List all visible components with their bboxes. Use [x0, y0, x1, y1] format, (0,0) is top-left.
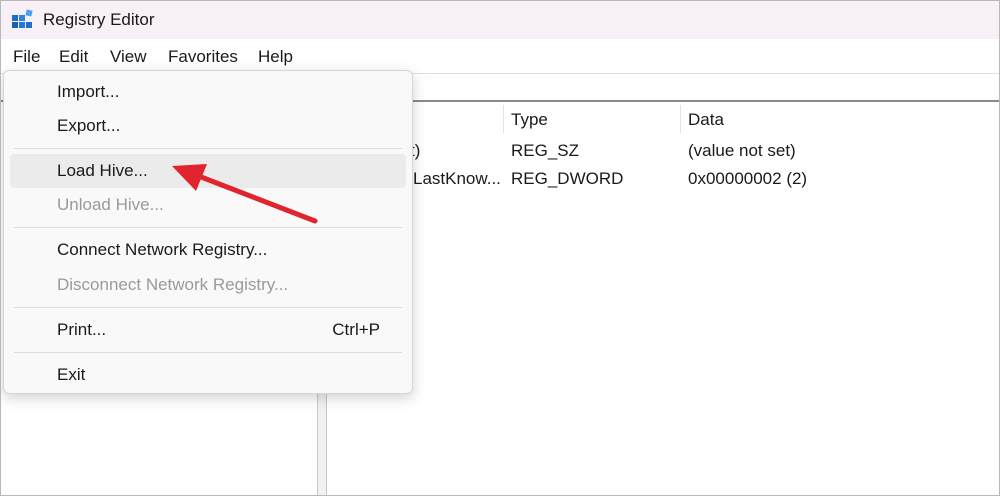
- window-title: Registry Editor: [43, 10, 155, 29]
- menu-item-label: Print...: [57, 320, 107, 339]
- menu-item-load-hive[interactable]: Load Hive...: [10, 154, 406, 188]
- menu-item-label: Export...: [57, 116, 121, 135]
- registry-editor-icon: [12, 9, 33, 28]
- menu-edit[interactable]: Edit: [59, 47, 88, 67]
- menu-item-label: Exit: [57, 365, 86, 384]
- row-name: LastKnow...: [413, 169, 501, 188]
- menu-item-import[interactable]: Import...: [10, 75, 406, 109]
- column-header-type[interactable]: Type: [511, 110, 548, 130]
- menu-item-label: Load Hive...: [57, 161, 148, 180]
- registry-editor-window: Registry Editor File Edit View Favorites…: [0, 0, 1000, 496]
- menu-item-connect-network-registry[interactable]: Connect Network Registry...: [10, 233, 406, 267]
- menu-item-disconnect-network-registry: Disconnect Network Registry...: [10, 268, 406, 302]
- menu-separator: [14, 352, 402, 353]
- menu-item-unload-hive: Unload Hive...: [10, 188, 406, 222]
- column-separator[interactable]: [680, 105, 681, 133]
- menu-item-label: Unload Hive...: [57, 195, 164, 214]
- file-menu-dropdown: Import... Export... Load Hive... Unload …: [3, 70, 413, 394]
- row-type: REG_DWORD: [511, 169, 624, 188]
- menu-view[interactable]: View: [110, 47, 147, 67]
- menu-item-export[interactable]: Export...: [10, 109, 406, 143]
- menu-item-exit[interactable]: Exit: [10, 358, 406, 392]
- menu-favorites[interactable]: Favorites: [168, 47, 238, 67]
- menu-help[interactable]: Help: [258, 47, 293, 67]
- column-separator[interactable]: [503, 105, 504, 133]
- title-bar: Registry Editor: [1, 1, 999, 39]
- menu-item-label: Import...: [57, 82, 120, 101]
- menu-separator: [14, 148, 402, 149]
- tree-pane-splitter[interactable]: [317, 391, 327, 495]
- menu-file[interactable]: File: [13, 47, 40, 67]
- menu-item-shortcut: Ctrl+P: [332, 320, 380, 339]
- menu-item-print[interactable]: Print... Ctrl+P: [10, 313, 406, 347]
- row-data: (value not set): [688, 141, 796, 160]
- row-data: 0x00000002 (2): [688, 169, 808, 188]
- menu-item-label: Connect Network Registry...: [57, 240, 268, 259]
- menu-separator: [14, 227, 402, 228]
- column-header-data[interactable]: Data: [688, 110, 724, 130]
- menu-item-label: Disconnect Network Registry...: [57, 275, 289, 294]
- row-type: REG_SZ: [511, 141, 580, 160]
- menu-separator: [14, 307, 402, 308]
- menu-bar: File Edit View Favorites Help: [1, 39, 999, 73]
